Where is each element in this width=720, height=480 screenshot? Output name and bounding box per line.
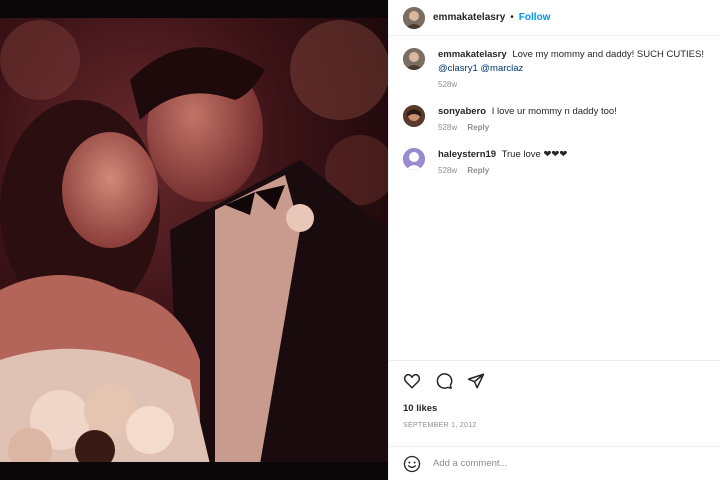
user-avatar-icon — [403, 6, 425, 29]
comment-text: I love ur mommy n daddy too! — [491, 106, 617, 117]
mention-link[interactable]: @marclaz — [480, 63, 523, 74]
post-actions: 10 likes SEPTEMBER 1, 2012 — [389, 360, 720, 444]
post-details-panel: emmakatelasry • Follow emmakatelasry Lov… — [388, 0, 720, 480]
list-item: sonyabero I love ur mommy n daddy too! 5… — [403, 105, 712, 132]
comment-timestamp[interactable]: 528w — [438, 166, 457, 175]
share-icon[interactable] — [467, 372, 485, 390]
emoji-icon[interactable] — [403, 455, 421, 473]
comments-list: emmakatelasry Love my mommy and daddy! S… — [403, 48, 712, 191]
comment-username[interactable]: haleystern19 — [438, 149, 496, 160]
comment-username[interactable]: sonyabero — [438, 106, 486, 117]
action-bar — [403, 371, 706, 391]
avatar[interactable] — [403, 48, 425, 70]
follow-button[interactable]: Follow — [519, 12, 551, 23]
post-header: emmakatelasry • Follow — [389, 0, 720, 36]
comment-text: True love ❤❤❤ — [501, 149, 568, 160]
post-date: SEPTEMBER 1, 2012 — [403, 422, 477, 429]
caption-timestamp[interactable]: 528w — [438, 80, 457, 89]
avatar[interactable] — [403, 148, 425, 170]
heart-icon[interactable] — [403, 372, 421, 390]
comment-icon[interactable] — [435, 372, 453, 390]
header-username[interactable]: emmakatelasry — [433, 12, 505, 23]
reply-button[interactable]: Reply — [467, 123, 489, 132]
reply-button[interactable]: Reply — [467, 166, 489, 175]
avatar[interactable] — [403, 6, 425, 29]
like-count[interactable]: 10 likes — [403, 403, 706, 414]
wedding-photo-image — [0, 0, 388, 480]
avatar[interactable] — [403, 105, 425, 127]
user-avatar-icon — [403, 148, 425, 170]
mention-link[interactable]: @clasry1 — [438, 63, 478, 74]
caption-username[interactable]: emmakatelasry — [438, 49, 507, 60]
comment-timestamp[interactable]: 528w — [438, 123, 457, 132]
comment-input[interactable] — [433, 458, 673, 469]
post-photo[interactable] — [0, 0, 388, 480]
add-comment-bar — [389, 446, 720, 480]
user-avatar-icon — [403, 48, 425, 70]
user-avatar-icon — [403, 105, 425, 127]
caption: emmakatelasry Love my mommy and daddy! S… — [403, 48, 712, 89]
separator-dot: • — [510, 12, 514, 23]
list-item: haleystern19 True love ❤❤❤ 528w Reply — [403, 148, 712, 175]
caption-text: Love my mommy and daddy! SUCH CUTIES! — [512, 49, 704, 60]
